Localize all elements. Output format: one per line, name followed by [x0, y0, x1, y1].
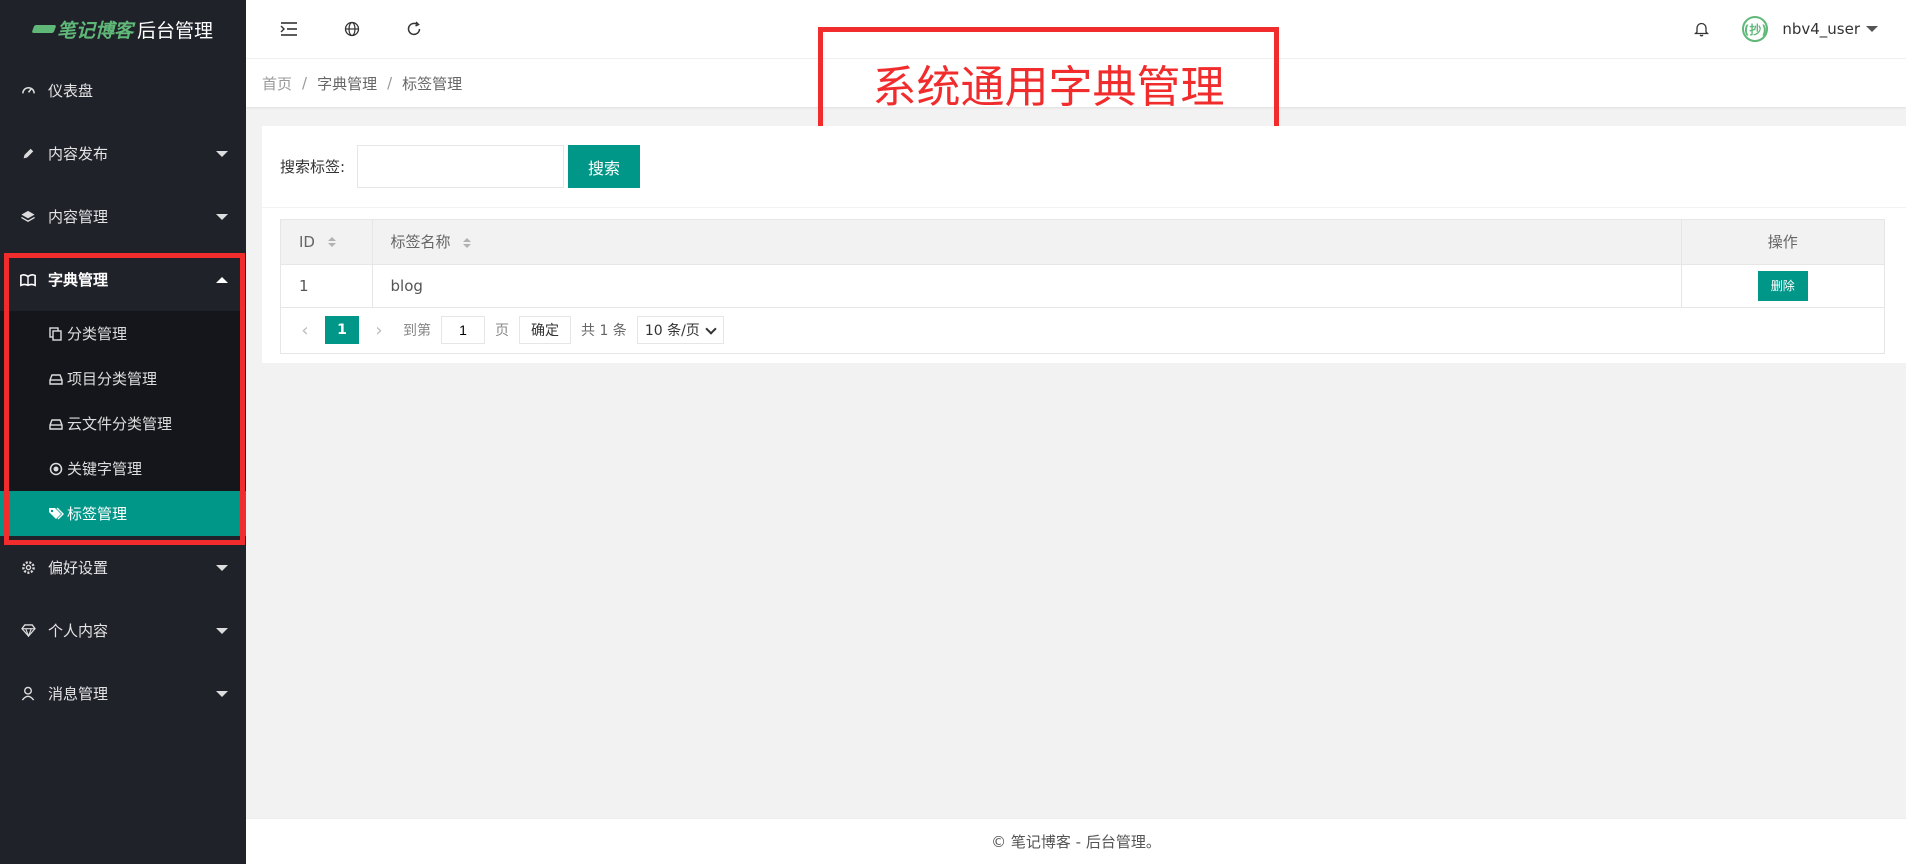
goto-page-input[interactable] — [441, 316, 485, 344]
annotation-callout: 系统通用字典管理 — [818, 27, 1279, 138]
gear-icon — [20, 560, 36, 576]
dashboard-icon — [20, 83, 36, 99]
sidebar-item-label: 字典管理 — [48, 271, 109, 289]
sidebar-item-label: 偏好设置 — [48, 559, 109, 577]
sidebar-item-dictionary[interactable]: 字典管理 — [0, 248, 246, 311]
breadcrumb-separator: / — [387, 74, 393, 92]
next-page-icon[interactable]: › — [369, 320, 389, 341]
tag-table: ID 标签名称 操作 1 blog 删除 ‹ 1 › 到第 1 页 确定 共 1… — [280, 219, 1885, 354]
submenu-item-project-category[interactable]: 项目分类管理 — [0, 356, 246, 401]
refresh-icon[interactable] — [403, 18, 425, 40]
sidebar-item-label: 内容发布 — [48, 145, 109, 163]
target-icon — [48, 461, 64, 477]
sidebar-item-messages[interactable]: 消息管理 — [0, 662, 246, 725]
chevron-down-icon — [705, 323, 717, 335]
cell-actions: 删除 — [1681, 264, 1884, 308]
menu-fold-icon[interactable] — [278, 18, 300, 40]
sidebar-item-personal[interactable]: 个人内容 — [0, 599, 246, 662]
table-row: 1 blog 删除 — [281, 264, 1884, 308]
goto-confirm-button[interactable]: 确定 — [519, 316, 571, 344]
graduation-cap-icon — [33, 23, 55, 37]
sidebar: 笔记博客 后台管理 仪表盘 内容发布 内容管理 字典管理 分类管理 项目分类管理… — [0, 0, 246, 864]
column-header-id[interactable]: ID — [281, 220, 373, 265]
page-size-select[interactable]: 10 条/页 — [636, 316, 724, 344]
submenu-item-keyword[interactable]: 关键字管理 — [0, 446, 246, 491]
tags-icon — [48, 506, 64, 522]
submenu-item-label: 云文件分类管理 — [67, 415, 173, 433]
user-menu[interactable]: (抄) nbv4_user — [1742, 16, 1878, 42]
pagination: ‹ 1 › 到第 页 确定 共 1 条 10 条/页 — [281, 308, 1884, 353]
prev-page-icon[interactable]: ‹ — [295, 320, 315, 341]
username: nbv4_user — [1782, 20, 1860, 38]
bell-icon[interactable] — [1690, 18, 1712, 40]
submenu-item-category[interactable]: 分类管理 — [0, 311, 246, 356]
sidebar-item-label: 仪表盘 — [48, 82, 94, 100]
sidebar-item-content-manage[interactable]: 内容管理 — [0, 185, 246, 248]
page-unit-label: 页 — [495, 323, 509, 339]
breadcrumb-separator: / — [302, 74, 308, 92]
sidebar-item-label: 消息管理 — [48, 685, 109, 703]
sidebar-item-content-publish[interactable]: 内容发布 — [0, 122, 246, 185]
goto-label: 到第 — [403, 323, 431, 339]
current-page[interactable]: 1 — [325, 316, 359, 344]
sort-icon[interactable] — [327, 237, 336, 248]
total-count: 共 1 条 — [581, 323, 627, 339]
submenu-item-label: 项目分类管理 — [67, 370, 158, 388]
app-logo[interactable]: 笔记博客 后台管理 — [0, 0, 246, 59]
cell-id: 1 — [281, 264, 373, 308]
logo-brand: 笔记博客 — [56, 20, 133, 42]
breadcrumb-dictionary[interactable]: 字典管理 — [317, 73, 377, 94]
user-icon — [20, 686, 36, 702]
delete-button[interactable]: 删除 — [1757, 270, 1808, 301]
submenu-item-label: 分类管理 — [67, 325, 128, 343]
submenu-item-cloud-file-category[interactable]: 云文件分类管理 — [0, 401, 246, 446]
avatar: (抄) — [1742, 16, 1769, 42]
cell-tag-name: blog — [372, 264, 1682, 308]
drive-icon — [48, 371, 64, 387]
caret-down-icon — [1866, 26, 1878, 32]
chevron-down-icon — [216, 150, 228, 157]
submenu-item-label: 标签管理 — [67, 505, 128, 523]
column-header-tag-name[interactable]: 标签名称 — [372, 220, 1682, 265]
sort-icon[interactable] — [463, 237, 472, 248]
diamond-icon — [20, 623, 36, 639]
submenu-item-label: 关键字管理 — [67, 460, 143, 478]
sidebar-item-preferences[interactable]: 偏好设置 — [0, 536, 246, 599]
search-bar: 搜索标签: 搜索 — [262, 126, 1906, 208]
search-label: 搜索标签: — [280, 158, 346, 176]
globe-icon[interactable] — [341, 18, 363, 40]
chevron-up-icon — [216, 276, 228, 283]
sidebar-item-dashboard[interactable]: 仪表盘 — [0, 59, 246, 122]
search-button[interactable]: 搜索 — [568, 145, 641, 188]
tag-management-card: 搜索标签: 搜索 ID 标签名称 操作 1 blog 删除 ‹ 1 › 到第 1… — [262, 126, 1906, 363]
footer: © 笔记博客 - 后台管理。 — [246, 818, 1906, 864]
submenu-item-tags[interactable]: 标签管理 — [0, 491, 246, 536]
drive-icon — [48, 416, 64, 432]
layers-icon — [20, 209, 36, 225]
pencil-icon — [20, 146, 36, 162]
logo-suffix: 后台管理 — [137, 20, 214, 42]
chevron-down-icon — [216, 690, 228, 697]
column-header-actions: 操作 — [1681, 220, 1884, 265]
sidebar-item-label: 个人内容 — [48, 622, 109, 640]
sidebar-item-label: 内容管理 — [48, 208, 109, 226]
chevron-down-icon — [216, 213, 228, 220]
breadcrumb-current: 标签管理 — [402, 74, 463, 93]
copy-icon — [48, 326, 64, 342]
chevron-down-icon — [216, 564, 228, 571]
chevron-down-icon — [216, 627, 228, 634]
dictionary-submenu: 分类管理 项目分类管理 云文件分类管理 关键字管理 标签管理 — [0, 311, 246, 536]
breadcrumb-home[interactable]: 首页 — [262, 73, 292, 94]
search-input[interactable] — [357, 145, 565, 188]
book-icon — [20, 272, 36, 288]
